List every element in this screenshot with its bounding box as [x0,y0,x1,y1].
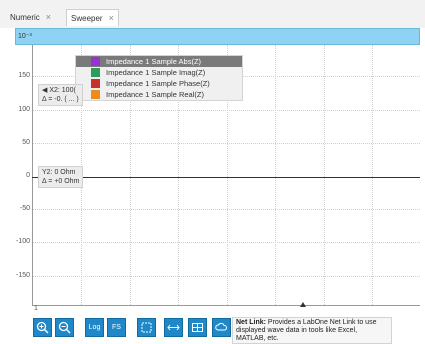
y-tick-label: 100 [18,106,30,113]
x-tick-label: 1 [34,305,38,312]
select-icon [141,322,152,333]
full-scale-button[interactable]: FS [107,318,126,337]
cursor-y2-value: Y2: 0 Ohm [42,169,76,176]
select-range-button[interactable] [137,318,156,337]
y-tick-label: -50 [19,205,30,212]
zoom-in-icon [36,321,49,334]
cursor-x2-delta: Δ = -0. ( ... ) [42,96,79,103]
grid-line [372,45,373,305]
legend-label: Impedance 1 Sample Abs(Z) [106,57,202,66]
net-link-tooltip: Net Link: Provides a LabOne Net Link to … [232,317,392,344]
table-icon [192,323,203,332]
tab-label: Numeric [10,13,40,22]
cursor-y2-delta: Δ = +0 Ohm [42,178,80,185]
y-axis-exponent: 10⁻³ [18,33,32,40]
legend-item-phase[interactable]: Impedance 1 Sample Phase(Z) [76,78,242,89]
cursor-x2-value: ◀ X2: 100( [42,87,76,94]
y-tick-label: 50 [22,139,30,146]
y-tick-label: -100 [15,238,30,245]
legend-label: Impedance 1 Sample Imag(Z) [106,68,206,77]
zoom-out-button[interactable] [55,318,74,337]
log-scale-button[interactable]: Log [85,318,104,337]
series-color-swatch [91,90,100,99]
grid-line [33,209,420,210]
cursor-marker-icon[interactable] [300,302,306,307]
fit-x-button[interactable] [164,318,183,337]
grid-line [33,143,420,144]
grid-line [33,276,420,277]
y-tick-label: 150 [18,72,30,79]
zoom-in-button[interactable] [33,318,52,337]
cloud-icon [215,322,227,331]
tab-label: Sweeper [71,14,103,23]
grid-line [324,45,325,305]
legend-item-imag[interactable]: Impedance 1 Sample Imag(Z) [76,67,242,78]
zoom-out-icon [58,321,71,334]
legend-item-real[interactable]: Impedance 1 Sample Real(Z) [76,89,242,100]
y-tick-label: 0 [26,172,30,179]
grid-line [33,242,420,243]
legend-item-abs[interactable]: Impedance 1 Sample Abs(Z) [76,56,242,67]
cursor-y2-readout[interactable]: Y2: 0 Ohm Δ = +0 Ohm [38,166,84,188]
legend-label: Impedance 1 Sample Real(Z) [106,90,204,99]
legend-label: Impedance 1 Sample Phase(Z) [106,79,210,88]
tooltip-title: Net Link: [236,319,266,326]
grid-line [33,110,420,111]
data-trace [32,177,420,178]
net-link-button[interactable] [212,318,231,337]
series-color-swatch [91,79,100,88]
series-color-swatch [91,68,100,77]
tab-bar: Numeric × Sweeper × [0,0,425,28]
tab-sweeper[interactable]: Sweeper × [66,9,119,26]
x-axis-range-bar[interactable] [15,28,420,45]
close-icon[interactable]: × [109,13,114,23]
table-view-button[interactable] [188,318,207,337]
fit-icon [167,324,180,331]
grid-line [275,45,276,305]
cursor-x2-readout[interactable]: ◀ X2: 100( Δ = -0. ( ... ) [38,84,83,106]
legend: Impedance 1 Sample Abs(Z) Impedance 1 Sa… [75,55,243,101]
close-icon[interactable]: × [46,12,51,22]
tab-numeric[interactable]: Numeric × [6,9,55,25]
series-color-swatch [91,57,100,66]
y-tick-label: -150 [15,272,30,279]
